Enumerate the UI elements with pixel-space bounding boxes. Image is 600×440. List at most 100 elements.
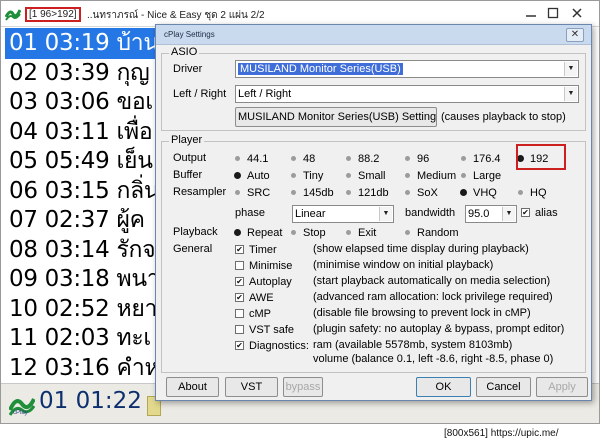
check-box	[235, 309, 244, 318]
track-row[interactable]: 08 03:14 รักจ	[5, 235, 161, 266]
chevron-down-icon: ▼	[564, 87, 577, 101]
general-option-label: Diagnostics:	[249, 340, 309, 352]
buffer-radio-medium[interactable]: Medium	[405, 169, 456, 183]
resampler-radio-145db[interactable]: 145db	[291, 186, 334, 200]
output-label: Output	[173, 152, 207, 164]
resampler-radio-sox[interactable]: SoX	[405, 186, 438, 200]
general-option-label: Minimise	[249, 260, 293, 272]
dialog-title: cPlay Settings	[164, 30, 215, 39]
resolution-watermark: [800x561] https://upic.me/	[444, 428, 559, 439]
general-option-label: Timer	[249, 244, 277, 256]
general-checkbox-minimise[interactable]: Minimise	[235, 259, 292, 273]
apply-button[interactable]: Apply	[536, 377, 588, 397]
track-row[interactable]: 07 02:37 ผู้ค	[5, 205, 161, 236]
bandwidth-select[interactable]: 95.0 ▼	[465, 205, 517, 223]
track-row[interactable]: 01 03:19 บ้าน	[5, 28, 161, 59]
alias-check-box: ✔	[521, 208, 530, 217]
bypass-button[interactable]: bypass	[283, 377, 323, 397]
settings-dialog: cPlay Settings ✕ ASIO Driver MUSILAND Mo…	[155, 24, 592, 401]
general-option-description: (disable file browsing to prevent lock i…	[313, 307, 531, 319]
track-row[interactable]: 05 05:49 เย็น	[5, 146, 161, 177]
playback-label: Playback	[173, 226, 218, 238]
resampler-radio-121db[interactable]: 121db	[346, 186, 389, 200]
asio-settings-button[interactable]: MUSILAND Monitor Series(USB) Setting	[235, 107, 437, 127]
alias-checkbox[interactable]: ✔ alias	[521, 206, 558, 220]
general-option-description: (show elapsed time display during playba…	[313, 243, 529, 255]
track-row[interactable]: 03 03:06 ขอเ	[5, 87, 161, 118]
resampler-radio-src[interactable]: SRC	[235, 186, 270, 200]
asio-group-label: ASIO	[169, 46, 200, 58]
resampler-radio-vhq[interactable]: VHQ	[460, 186, 497, 200]
playback-radio-repeat[interactable]: Repeat	[233, 226, 282, 240]
about-button[interactable]: About	[166, 377, 219, 397]
cancel-button[interactable]: Cancel	[476, 377, 531, 397]
now-playing-time: 01 01:22	[39, 388, 142, 414]
phase-label: phase	[235, 207, 265, 219]
general-option-label: VST safe	[249, 324, 295, 336]
general-option-label: AWE	[249, 292, 274, 304]
playback-radio-stop[interactable]: Stop	[291, 226, 326, 240]
playback-radio-random[interactable]: Random	[405, 226, 459, 240]
playback-radio-exit[interactable]: Exit	[346, 226, 376, 240]
volume-diagnostics: volume (balance 0.1, left -8.6, right -8…	[313, 353, 554, 365]
left-right-select[interactable]: Left / Right ▼	[235, 85, 579, 103]
track-row[interactable]: 02 03:39 กุญ	[5, 58, 161, 89]
close-icon[interactable]	[571, 7, 583, 19]
general-option-label: Autoplay	[249, 276, 292, 288]
driver-label: Driver	[173, 63, 203, 75]
maximize-icon[interactable]	[547, 7, 559, 19]
driver-value: MUSILAND Monitor Series(USB)	[238, 63, 403, 75]
chevron-down-icon: ▼	[502, 207, 515, 221]
resampler-label: Resampler	[173, 186, 227, 198]
output-radio-48[interactable]: 48	[291, 152, 315, 166]
image-footer: [800x561] https://upic.me/	[0, 428, 600, 440]
driver-select[interactable]: MUSILAND Monitor Series(USB) ▼	[235, 60, 579, 78]
check-box: ✔	[235, 341, 244, 350]
general-checkbox-cmp[interactable]: cMP	[235, 307, 271, 321]
main-window-title: ..นทราภรณ์ - Nice & Easy ชุด 2 แผ่น 2/2	[87, 10, 265, 21]
check-box: ✔	[235, 245, 244, 254]
asio-settings-note: (causes playback to stop)	[441, 111, 566, 123]
bandwidth-value: 95.0	[468, 208, 490, 220]
output-radio-176-4[interactable]: 176.4	[461, 152, 501, 166]
general-checkbox-timer[interactable]: ✔ Timer	[235, 243, 277, 257]
track-row[interactable]: 09 03:18 พนา	[5, 264, 161, 295]
phase-value: Linear	[295, 208, 326, 220]
general-checkbox-awe[interactable]: ✔ AWE	[235, 291, 274, 305]
general-checkbox-vst-safe[interactable]: VST safe	[235, 323, 294, 337]
resampler-radio-hq[interactable]: HQ	[518, 186, 547, 200]
buffer-radio-small[interactable]: Small	[346, 169, 386, 183]
dialog-title-bar: cPlay Settings ✕	[156, 25, 591, 45]
general-option-label: cMP	[249, 308, 271, 320]
bandwidth-label: bandwidth	[405, 207, 456, 219]
title-sample-rate-badge: [1 96>192]	[25, 7, 81, 22]
buffer-radio-tiny[interactable]: Tiny	[291, 169, 323, 183]
minimize-icon[interactable]	[525, 7, 537, 19]
chevron-down-icon: ▼	[379, 207, 392, 221]
left-right-value: Left / Right	[238, 88, 292, 100]
output-radio-88-2[interactable]: 88.2	[346, 152, 379, 166]
output-radio-96[interactable]: 96	[405, 152, 429, 166]
general-option-description: ram (available 5578mb, system 8103mb)	[313, 339, 513, 351]
general-option-description: (advanced ram allocation: lock privilege…	[313, 291, 553, 303]
phase-select[interactable]: Linear ▼	[292, 205, 394, 223]
track-row[interactable]: 10 02:52 หยา	[5, 294, 161, 325]
ok-button[interactable]: OK	[416, 377, 471, 397]
check-box: ✔	[235, 277, 244, 286]
selected-rate-highlight	[516, 144, 566, 170]
output-radio-44-1[interactable]: 44.1	[235, 152, 268, 166]
check-box	[235, 261, 244, 270]
check-box: ✔	[235, 293, 244, 302]
chevron-down-icon: ▼	[564, 62, 577, 76]
dialog-close-icon[interactable]: ✕	[566, 28, 584, 42]
buffer-label: Buffer	[173, 169, 203, 181]
vst-button[interactable]: VST	[225, 377, 278, 397]
track-row[interactable]: 06 03:15 กลิ่น	[5, 176, 161, 207]
track-row[interactable]: 04 03:11 เพื่อ	[5, 117, 161, 148]
general-checkbox-diagnostics[interactable]: ✔ Diagnostics:	[235, 339, 309, 353]
buffer-radio-large[interactable]: Large	[461, 169, 501, 183]
buffer-radio-auto[interactable]: Auto	[234, 169, 270, 183]
track-row[interactable]: 11 02:03 ทะเ	[5, 323, 161, 354]
general-checkbox-autoplay[interactable]: ✔ Autoplay	[235, 275, 292, 289]
track-row[interactable]: 12 03:16 คำห	[5, 353, 161, 383]
